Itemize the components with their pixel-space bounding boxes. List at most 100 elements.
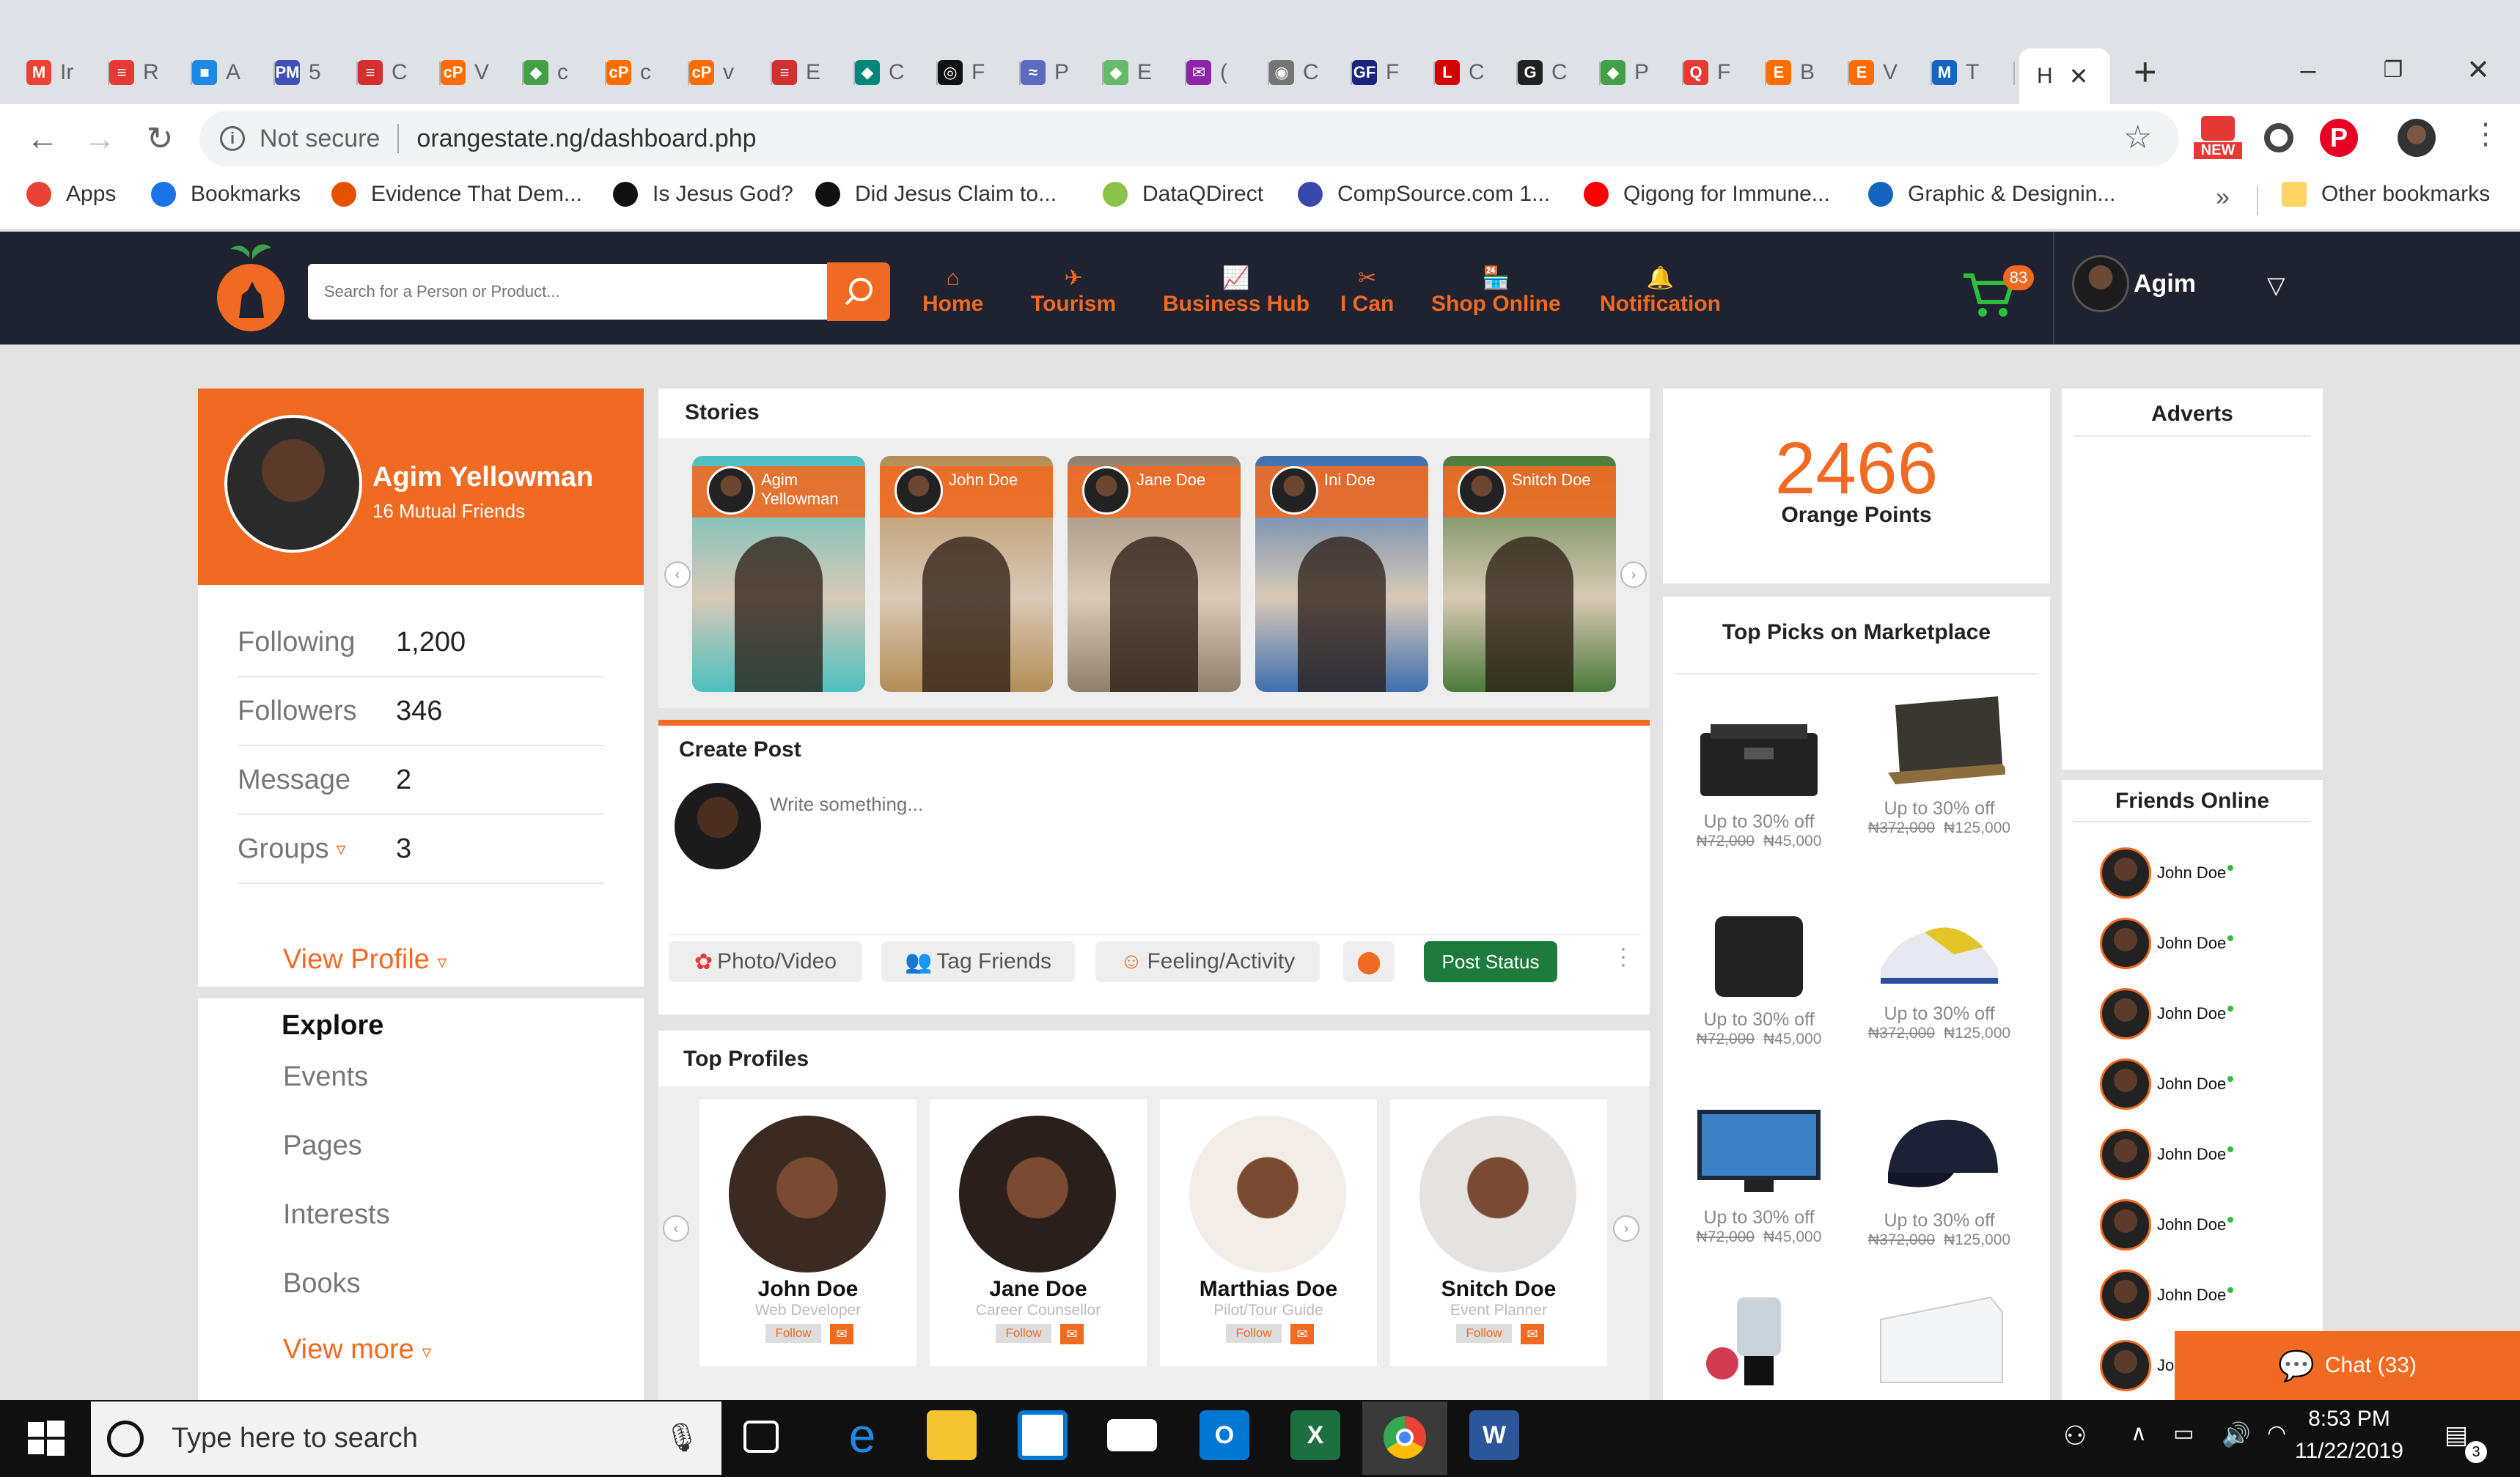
cap-image[interactable]: [1873, 1102, 2005, 1202]
browser-tab[interactable]: MT: [1932, 51, 2015, 94]
browser-tab[interactable]: LC: [1435, 51, 1518, 94]
message-icon[interactable]: ✉: [1521, 1324, 1544, 1344]
profile-photo[interactable]: [1419, 1116, 1576, 1272]
story-card[interactable]: John Doe: [880, 456, 1053, 692]
tv-image[interactable]: [1693, 1100, 1825, 1199]
marketplace-item[interactable]: Up to 30% off ₦372,000 ₦125,000: [1855, 896, 2024, 1042]
mail-icon[interactable]: [1107, 1419, 1157, 1451]
taskbar-clock[interactable]: 8:53 PM 11/22/2019: [2295, 1403, 2403, 1467]
browser-tab[interactable]: GF F: [1352, 51, 1435, 94]
bookmark-item[interactable]: Did Jesus Claim to...: [815, 182, 1057, 207]
marketplace-item[interactable]: [1675, 1290, 1843, 1393]
profile-avatar[interactable]: [224, 415, 362, 553]
tag-friends-button[interactable]: 👥 Tag Friends: [881, 941, 1075, 982]
stat-row-groups[interactable]: Groups ▿ 3: [238, 815, 604, 884]
marketplace-item[interactable]: Up to 30% off ₦372,000 ₦125,000: [1855, 690, 2024, 837]
chevron-down-icon[interactable]: ▽: [2267, 271, 2285, 299]
other-bookmarks[interactable]: Other bookmarks: [2282, 182, 2490, 207]
explore-item-events[interactable]: Events: [283, 1061, 368, 1093]
blender-image[interactable]: [1693, 1290, 1825, 1390]
word-icon[interactable]: W: [1469, 1410, 1519, 1460]
info-icon[interactable]: i: [220, 126, 245, 151]
menu-item-business-hub[interactable]: 📈 Business Hub: [1163, 265, 1309, 317]
user-avatar[interactable]: [2072, 255, 2129, 312]
notification-center-icon[interactable]: ▤: [2444, 1421, 2468, 1450]
microphone-icon[interactable]: 🎙: [664, 1422, 699, 1454]
bookmark-item[interactable]: Evidence That Dem...: [331, 182, 582, 207]
browser-tab[interactable]: PM 5: [275, 51, 358, 94]
profile-card-name[interactable]: Snitch Doe: [1390, 1277, 1607, 1302]
back-button[interactable]: ←: [13, 110, 72, 169]
browser-tab[interactable]: ≡ R: [109, 51, 192, 94]
restore-button[interactable]: ❐: [2356, 48, 2430, 92]
browser-tab[interactable]: M Ir: [26, 51, 109, 94]
bookmark-item[interactable]: Apps: [26, 182, 116, 207]
browser-tab[interactable]: ■ A: [192, 51, 275, 94]
marketplace-item[interactable]: Up to 30% off ₦72,000 ₦45,000: [1675, 704, 1843, 850]
friend-online-item[interactable]: John Doe: [2100, 988, 2234, 1039]
stories-prev-button[interactable]: ‹: [664, 561, 691, 588]
profile-card[interactable]: John Doe Web Developer Follow ✉: [699, 1100, 916, 1366]
wifi-icon[interactable]: ◠: [2267, 1421, 2286, 1446]
explore-item-books[interactable]: Books: [283, 1268, 361, 1300]
file-explorer-icon[interactable]: [927, 1410, 977, 1460]
explore-item-interests[interactable]: Interests: [283, 1199, 390, 1231]
feeling-activity-button[interactable]: ☺ Feeling/Activity: [1095, 941, 1320, 982]
taskbar-search[interactable]: Type here to search 🎙: [91, 1402, 721, 1475]
bookmark-item[interactable]: Bookmarks: [151, 182, 301, 207]
menu-item-shop-online[interactable]: 🏪 Shop Online: [1431, 265, 1561, 317]
stat-row-message[interactable]: Message 2: [238, 746, 604, 815]
windows-start-icon[interactable]: [26, 1419, 66, 1459]
story-card[interactable]: Ini Doe: [1255, 456, 1428, 692]
browser-tab[interactable]: ≈ P: [1021, 51, 1103, 94]
follow-button[interactable]: Follow: [1456, 1324, 1512, 1343]
profile-avatar-icon[interactable]: [2398, 119, 2436, 157]
bookmark-item[interactable]: DataQDirect: [1103, 182, 1263, 207]
post-input[interactable]: [770, 793, 1613, 925]
bookmark-star-icon[interactable]: ☆: [2123, 119, 2152, 156]
more-options-icon[interactable]: ⋮: [1612, 943, 1635, 970]
browser-tab[interactable]: EB: [1766, 51, 1849, 94]
browser-tab[interactable]: ◆ P: [1601, 51, 1683, 94]
tab-active[interactable]: H ✕: [2019, 48, 2110, 104]
outlook-icon[interactable]: O: [1200, 1410, 1249, 1460]
profile-name[interactable]: Agim Yellowman: [372, 462, 593, 493]
browser-tab[interactable]: ◆ C: [855, 51, 938, 94]
message-icon[interactable]: ✉: [830, 1324, 853, 1344]
browser-tab[interactable]: ≡ C: [358, 51, 441, 94]
user-name[interactable]: Agim: [2134, 270, 2196, 298]
menu-dots-icon[interactable]: ⋮: [2471, 117, 2500, 151]
hard-drive-image[interactable]: [1693, 902, 1825, 1001]
profiles-next-button[interactable]: ›: [1613, 1215, 1639, 1242]
bookmark-item[interactable]: CompSource.com 1...: [1298, 182, 1550, 207]
orange-state-logo[interactable]: [214, 242, 287, 336]
edge-icon[interactable]: e: [837, 1410, 887, 1460]
profile-card[interactable]: Snitch Doe Event Planner Follow ✉: [1390, 1100, 1607, 1366]
browser-tab[interactable]: cP V: [441, 51, 524, 94]
profile-photo[interactable]: [1189, 1116, 1346, 1272]
menu-item-tourism[interactable]: ✈ Tourism: [1031, 265, 1116, 317]
volume-icon[interactable]: 🔊: [2222, 1421, 2251, 1448]
stories-next-button[interactable]: ›: [1620, 561, 1647, 588]
profile-card[interactable]: Marthias Doe Pilot/Tour Guide Follow ✉: [1160, 1100, 1377, 1366]
view-profile-link[interactable]: View Profile ▿: [283, 944, 447, 976]
excel-icon[interactable]: X: [1290, 1410, 1340, 1460]
profile-card-name[interactable]: Jane Doe: [930, 1277, 1147, 1302]
browser-tab[interactable]: cP c: [606, 51, 689, 94]
explore-item-pages[interactable]: Pages: [283, 1130, 362, 1162]
marketplace-item[interactable]: Up to 30% off ₦372,000 ₦125,000: [1855, 1102, 2024, 1249]
stat-row-followers[interactable]: Followers 346: [238, 677, 604, 746]
browser-tab[interactable]: ◎ F: [938, 51, 1021, 94]
follow-button[interactable]: Follow: [1226, 1324, 1282, 1343]
browser-tab[interactable]: ✉(: [1186, 51, 1269, 94]
friend-online-item[interactable]: John Doe: [2100, 918, 2234, 969]
profile-photo[interactable]: [959, 1116, 1116, 1272]
laptop-image[interactable]: [1873, 690, 2010, 790]
message-icon[interactable]: ✉: [1290, 1324, 1314, 1344]
browser-tab[interactable]: EV: [1849, 51, 1932, 94]
bookmark-item[interactable]: Is Jesus God?: [613, 182, 793, 207]
task-view-icon[interactable]: [743, 1421, 779, 1453]
browser-tab[interactable]: ◆ c: [524, 51, 606, 94]
menu-item-notification[interactable]: 🔔 Notification: [1600, 265, 1721, 317]
forward-button[interactable]: →: [70, 110, 129, 169]
